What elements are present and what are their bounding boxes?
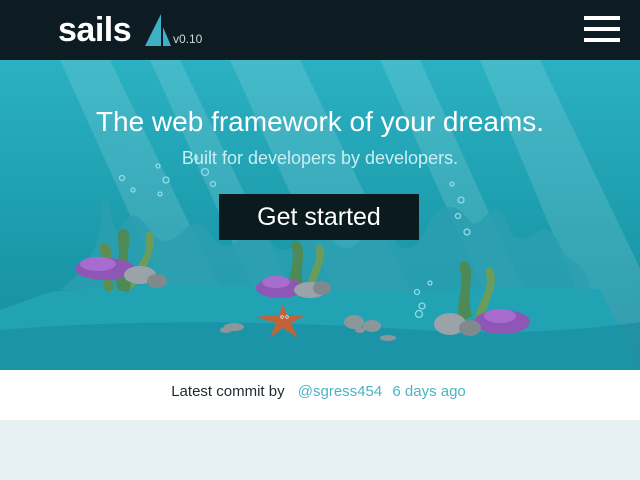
commit-author-link[interactable]: @sgress454 xyxy=(298,383,382,400)
hamburger-icon xyxy=(584,16,620,20)
latest-commit-bar: Latest commit by @sgress454 6 days ago xyxy=(0,370,640,420)
get-started-button[interactable]: Get started xyxy=(219,194,419,240)
commit-prefix: Latest commit by xyxy=(171,383,285,400)
hamburger-icon xyxy=(584,27,620,31)
top-nav-bar: sails v0.10 xyxy=(0,0,640,60)
hero-title: The web framework of your dreams. xyxy=(95,106,545,137)
version-label: v0.10 xyxy=(173,32,203,46)
commit-time-link[interactable]: 6 days ago xyxy=(392,383,465,400)
hamburger-icon xyxy=(584,38,620,42)
logo-wordmark: sails xyxy=(58,11,132,49)
sail-fin-icon xyxy=(145,14,171,46)
hero-subtitle: Built for developers by developers. xyxy=(181,148,459,168)
hero-banner: The web framework of your dreams. Built … xyxy=(0,60,640,370)
hamburger-menu-button[interactable] xyxy=(584,15,620,43)
